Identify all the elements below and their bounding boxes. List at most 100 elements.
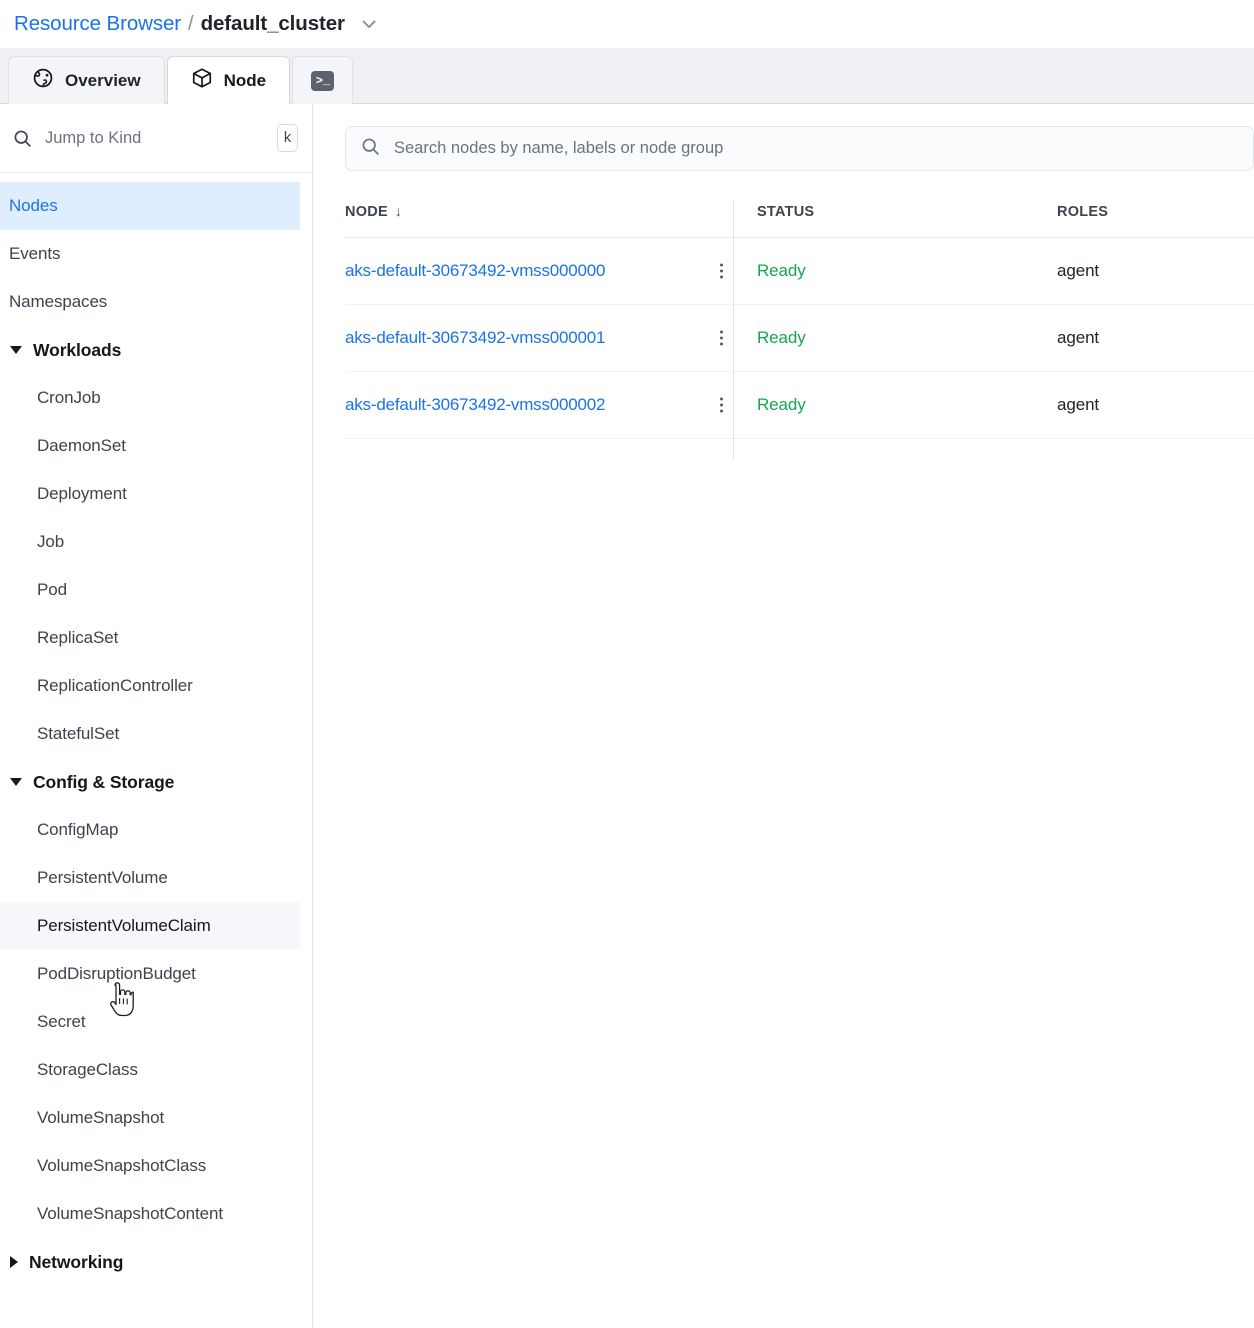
sidebar-item-label: ConfigMap [37,820,119,839]
kebab-menu-icon[interactable] [714,394,729,417]
sidebar-item-deployment[interactable]: Deployment [0,470,300,518]
sidebar: k Nodes Events Namespaces Workloads Cron [0,104,313,1328]
tab-overview[interactable]: Overview [8,56,165,104]
node-name-link[interactable]: aks-default-30673492-vmss000000 [345,261,606,280]
triangle-down-icon [10,346,22,354]
table-header-row: NODE ↓ STATUS ROLES [345,203,1254,238]
sidebar-item-label: VolumeSnapshotContent [37,1204,223,1223]
sidebar-item-pod[interactable]: Pod [0,566,300,614]
table-row[interactable]: aks-default-30673492-vmss000000 Ready ag… [345,237,1254,305]
app-root: Resource Browser / default_cluster Overv… [0,0,1254,1328]
column-header-node[interactable]: NODE ↓ [345,203,757,238]
tab-terminal[interactable]: >_ [292,56,354,104]
sidebar-item-namespaces[interactable]: Namespaces [0,278,300,326]
column-header-status-label: STATUS [757,204,815,220]
sidebar-item-statefulset[interactable]: StatefulSet [0,710,300,758]
sidebar-group-label: Config & Storage [33,771,175,792]
sidebar-group-workloads[interactable]: Workloads [0,326,312,374]
globe-icon [32,67,54,94]
chevron-down-icon[interactable] [359,14,379,34]
cell-status: Ready [757,237,1057,305]
breadcrumb-root-link[interactable]: Resource Browser [14,12,181,36]
sidebar-item-persistentvolumeclaim[interactable]: PersistentVolumeClaim [0,902,300,950]
sidebar-group-networking[interactable]: Networking [0,1238,312,1286]
tab-overview-label: Overview [65,70,141,90]
sidebar-item-replicaset[interactable]: ReplicaSet [0,614,300,662]
sidebar-item-replicationcontroller[interactable]: ReplicationController [0,662,300,710]
status-badge: Ready [757,261,806,280]
sidebar-item-daemonset[interactable]: DaemonSet [0,422,300,470]
triangle-down-icon [10,778,22,786]
cell-node: aks-default-30673492-vmss000002 [345,371,757,439]
column-header-node-label: NODE [345,204,388,220]
breadcrumb: Resource Browser / default_cluster [0,0,1254,48]
sidebar-item-volumesnapshotclass[interactable]: VolumeSnapshotClass [0,1142,300,1190]
tab-node-label: Node [223,70,267,90]
sidebar-item-nodes[interactable]: Nodes [0,182,300,230]
sidebar-item-label: StatefulSet [37,724,120,743]
sidebar-group-config-storage[interactable]: Config & Storage [0,758,312,806]
sidebar-item-persistentvolume[interactable]: PersistentVolume [0,854,300,902]
kebab-menu-icon[interactable] [714,260,729,283]
tab-bar: Overview Node >_ [0,48,1254,104]
column-header-roles-label: ROLES [1057,204,1109,220]
sidebar-item-label: Nodes [9,196,58,215]
column-header-status[interactable]: STATUS [757,203,1057,238]
sidebar-item-label: VolumeSnapshotClass [37,1156,207,1175]
terminal-icon: >_ [311,70,335,91]
sidebar-item-label: CronJob [37,388,101,407]
cell-node: aks-default-30673492-vmss000001 [345,304,757,372]
sort-arrow-down-icon[interactable]: ↓ [395,203,402,219]
node-column-divider [733,201,734,459]
sidebar-item-label: ReplicationController [37,676,193,695]
jump-to-kind-input[interactable] [45,128,265,148]
cell-node: aks-default-30673492-vmss000000 [345,237,757,305]
node-name-link[interactable]: aks-default-30673492-vmss000002 [345,395,606,414]
cell-roles: agent [1057,371,1254,439]
body: k Nodes Events Namespaces Workloads Cron [0,104,1254,1328]
sidebar-item-label: Job [37,532,65,551]
table-row[interactable]: aks-default-30673492-vmss000002 Ready ag… [345,371,1254,439]
cell-status: Ready [757,371,1057,439]
node-name-link[interactable]: aks-default-30673492-vmss000001 [345,328,606,347]
triangle-right-icon [10,1256,18,1268]
nodes-table: NODE ↓ STATUS ROLES aks-default-30673492- [345,203,1254,439]
node-search-bar[interactable] [345,126,1254,171]
sidebar-group-label: Networking [29,1251,124,1272]
sidebar-item-label: VolumeSnapshot [37,1108,165,1127]
status-badge: Ready [757,328,806,347]
node-search-input[interactable] [394,139,1239,158]
sidebar-item-cronjob[interactable]: CronJob [0,374,300,422]
sidebar-item-events[interactable]: Events [0,230,300,278]
sidebar-item-label: Secret [37,1012,86,1031]
tab-node[interactable]: Node [166,56,291,104]
table-row[interactable]: aks-default-30673492-vmss000001 Ready ag… [345,304,1254,372]
column-header-roles[interactable]: ROLES [1057,203,1254,238]
keyboard-shortcut-badge[interactable]: k [277,124,298,152]
breadcrumb-separator: / [188,12,194,35]
cell-roles: agent [1057,304,1254,372]
cell-status: Ready [757,304,1057,372]
sidebar-item-configmap[interactable]: ConfigMap [0,806,300,854]
sidebar-item-label: PodDisruptionBudget [37,964,196,983]
sidebar-item-volumesnapshotcontent[interactable]: VolumeSnapshotContent [0,1190,300,1238]
sidebar-group-label: Workloads [33,339,122,360]
cube-icon [191,67,213,94]
status-badge: Ready [757,395,806,414]
sidebar-item-volumesnapshot[interactable]: VolumeSnapshot [0,1094,300,1142]
sidebar-item-label: Pod [37,580,67,599]
sidebar-item-label: ReplicaSet [37,628,119,647]
sidebar-item-secret[interactable]: Secret [0,998,300,1046]
sidebar-item-storageclass[interactable]: StorageClass [0,1046,300,1094]
kebab-menu-icon[interactable] [714,327,729,350]
sidebar-item-label: Deployment [37,484,127,503]
sidebar-item-label: Events [9,244,61,263]
search-icon [12,128,33,149]
kind-search-bar[interactable]: k [0,104,312,173]
sidebar-item-label: PersistentVolumeClaim [37,916,211,935]
search-icon [360,136,381,162]
sidebar-item-poddisruptionbudget[interactable]: PodDisruptionBudget [0,950,300,998]
sidebar-item-job[interactable]: Job [0,518,300,566]
breadcrumb-current-cluster: default_cluster [200,12,345,35]
sidebar-item-label: PersistentVolume [37,868,168,887]
